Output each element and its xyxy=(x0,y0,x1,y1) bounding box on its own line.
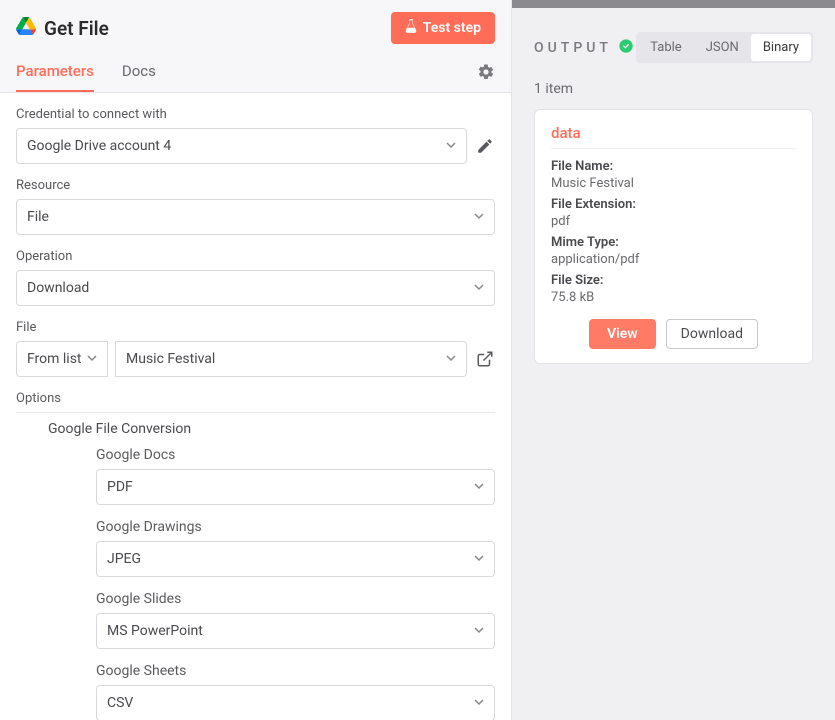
file-value-select[interactable]: Music Festival xyxy=(115,341,467,377)
ext-label: File Extension: xyxy=(551,197,796,212)
chevron-down-icon xyxy=(446,351,456,367)
node-header: Get File Test step xyxy=(0,0,511,52)
google-slides-value: MS PowerPoint xyxy=(107,623,203,639)
chevron-down-icon xyxy=(474,209,484,225)
credential-label: Credential to connect with xyxy=(16,107,495,122)
node-title-text: Get File xyxy=(44,17,109,40)
filename-value: Music Festival xyxy=(551,176,796,191)
resource-select[interactable]: File xyxy=(16,199,495,235)
google-docs-select[interactable]: PDF xyxy=(96,469,495,505)
output-title: OUTPUT xyxy=(534,40,612,56)
flask-icon xyxy=(405,19,417,37)
size-value: 75.8 kB xyxy=(551,290,796,305)
google-slides-select[interactable]: MS PowerPoint xyxy=(96,613,495,649)
output-tab-binary[interactable]: Binary xyxy=(751,34,811,61)
google-sheets-value: CSV xyxy=(107,695,133,711)
resource-label: Resource xyxy=(16,178,495,193)
operation-value: Download xyxy=(27,280,89,296)
file-value: Music Festival xyxy=(126,351,215,367)
options-label: Options xyxy=(16,391,495,413)
google-docs-label: Google Docs xyxy=(96,447,495,463)
output-view-tabs: Table JSON Binary xyxy=(636,32,813,63)
credential-value: Google Drive account 4 xyxy=(27,138,171,154)
operation-label: Operation xyxy=(16,249,495,264)
gear-icon[interactable] xyxy=(477,63,495,81)
parameters-body: Credential to connect with Google Drive … xyxy=(0,93,511,720)
chevron-down-icon xyxy=(474,479,484,495)
google-sheets-label: Google Sheets xyxy=(96,663,495,679)
google-sheets-select[interactable]: CSV xyxy=(96,685,495,720)
download-button[interactable]: Download xyxy=(666,319,758,349)
chevron-down-icon xyxy=(474,695,484,711)
test-step-button[interactable]: Test step xyxy=(391,12,495,44)
chevron-down-icon xyxy=(446,138,456,154)
filename-label: File Name: xyxy=(551,159,796,174)
google-drive-icon xyxy=(16,17,36,40)
output-header: OUTPUT Table JSON Binary xyxy=(512,8,835,73)
tab-parameters[interactable]: Parameters xyxy=(16,52,94,92)
google-docs-value: PDF xyxy=(107,479,133,495)
tab-docs[interactable]: Docs xyxy=(122,52,156,92)
output-tab-json[interactable]: JSON xyxy=(694,34,751,61)
operation-select[interactable]: Download xyxy=(16,270,495,306)
file-mode-value: From list xyxy=(27,351,82,367)
output-tab-table[interactable]: Table xyxy=(638,34,693,61)
node-title: Get File xyxy=(16,17,109,40)
google-slides-label: Google Slides xyxy=(96,591,495,607)
mime-label: Mime Type: xyxy=(551,235,796,250)
google-drawings-label: Google Drawings xyxy=(96,519,495,535)
config-tabs: Parameters Docs xyxy=(0,52,511,93)
chevron-down-icon xyxy=(474,623,484,639)
right-top-strip xyxy=(512,0,835,8)
chevron-down-icon xyxy=(474,280,484,296)
ext-value: pdf xyxy=(551,214,796,229)
mime-value: application/pdf xyxy=(551,252,796,267)
external-link-icon[interactable] xyxy=(475,349,495,369)
file-label: File xyxy=(16,320,495,335)
credential-select[interactable]: Google Drive account 4 xyxy=(16,128,467,164)
card-title: data xyxy=(551,124,796,149)
success-check-icon xyxy=(612,38,634,58)
items-count: 1 item xyxy=(512,73,835,109)
output-data-card: data File Name: Music Festival File Exte… xyxy=(534,109,813,364)
file-mode-select[interactable]: From list xyxy=(16,341,108,377)
conversion-label: Google File Conversion xyxy=(48,421,495,437)
edit-credential-icon[interactable] xyxy=(475,136,495,156)
chevron-down-icon xyxy=(87,351,97,367)
test-step-label: Test step xyxy=(423,20,481,36)
google-drawings-select[interactable]: JPEG xyxy=(96,541,495,577)
view-button[interactable]: View xyxy=(589,319,656,349)
resource-value: File xyxy=(27,209,49,225)
size-label: File Size: xyxy=(551,273,796,288)
chevron-down-icon xyxy=(474,551,484,567)
google-drawings-value: JPEG xyxy=(107,551,141,567)
